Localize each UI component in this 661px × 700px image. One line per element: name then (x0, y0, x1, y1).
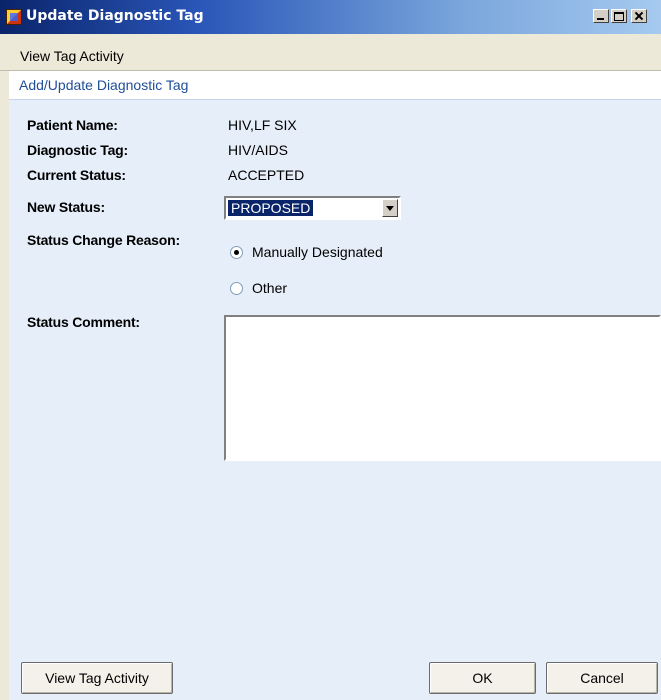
close-icon[interactable] (631, 9, 647, 23)
cancel-button[interactable]: Cancel (546, 662, 658, 694)
menu-bar: View Tag Activity (0, 34, 661, 71)
patient-name-value: HIV,LF SIX (228, 117, 297, 133)
view-tag-activity-button[interactable]: View Tag Activity (21, 662, 173, 694)
diagnostic-tag-value: HIV/AIDS (228, 142, 288, 158)
diagnostic-tag-label: Diagnostic Tag: (27, 142, 128, 158)
window-title: Update Diagnostic Tag (26, 8, 204, 24)
ok-button[interactable]: OK (429, 662, 536, 694)
maximize-icon[interactable] (611, 9, 627, 23)
chevron-down-icon[interactable] (382, 199, 398, 217)
patient-name-label: Patient Name: (27, 117, 118, 133)
radio-other-label[interactable]: Other (252, 280, 287, 296)
section-header: Add/Update Diagnostic Tag (9, 71, 661, 100)
new-status-dropdown[interactable]: PROPOSED (224, 196, 401, 220)
radio-manually-designated-label[interactable]: Manually Designated (252, 244, 383, 260)
radio-manually-designated[interactable] (230, 246, 243, 259)
menu-item-view-tag-activity[interactable]: View Tag Activity (20, 48, 124, 64)
radio-other[interactable] (230, 282, 243, 295)
status-change-reason-label: Status Change Reason: (27, 232, 180, 248)
status-comment-label: Status Comment: (27, 314, 140, 330)
current-status-label: Current Status: (27, 167, 126, 183)
status-comment-textarea[interactable] (224, 315, 661, 461)
section-title: Add/Update Diagnostic Tag (19, 77, 189, 93)
update-diagnostic-tag-window: Update Diagnostic Tag View Tag Activity … (0, 0, 661, 700)
title-bar[interactable]: Update Diagnostic Tag (0, 0, 661, 34)
minimize-icon[interactable] (593, 9, 609, 23)
new-status-label: New Status: (27, 199, 105, 215)
new-status-selected-value: PROPOSED (228, 200, 314, 216)
current-status-value: ACCEPTED (228, 167, 305, 183)
app-icon (6, 9, 22, 25)
